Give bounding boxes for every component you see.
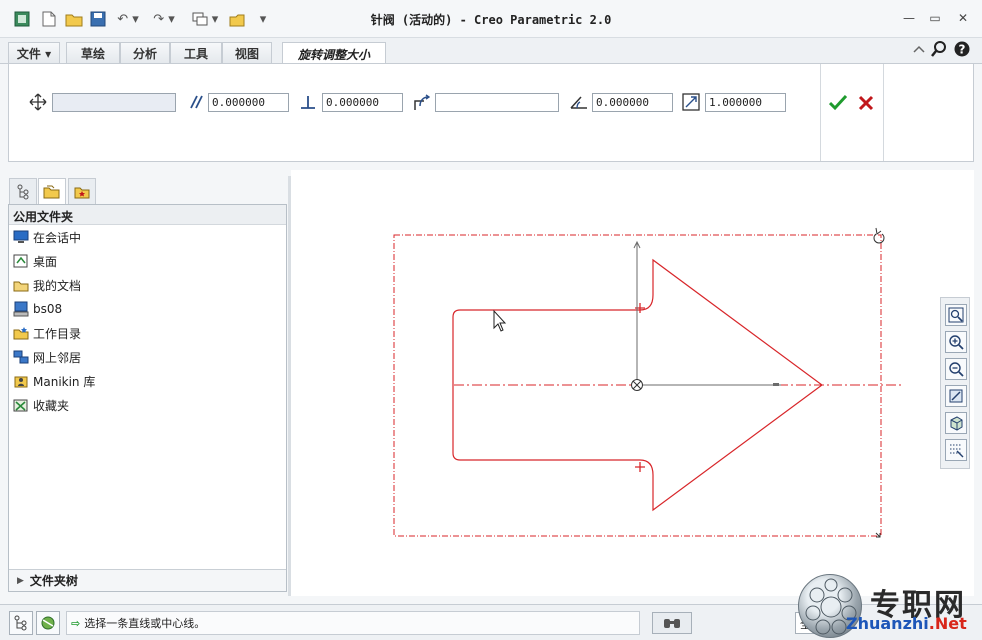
folder-item-my-documents[interactable]: 我的文档 bbox=[13, 275, 81, 295]
folder-item-desktop[interactable]: 桌面 bbox=[13, 251, 57, 271]
display-style-icon[interactable] bbox=[945, 412, 967, 434]
message-arrow-icon: ⇨ bbox=[71, 616, 81, 630]
close-button[interactable]: ✕ bbox=[952, 9, 974, 27]
folder-item-label: 网上邻居 bbox=[33, 350, 82, 365]
folder-item-label: 我的文档 bbox=[33, 278, 82, 293]
folder-item-label: 工作目录 bbox=[33, 326, 82, 341]
folder-item-label: bs08 bbox=[33, 302, 63, 316]
rotation-reference-field[interactable] bbox=[435, 93, 559, 112]
folder-item-in-session[interactable]: 在会话中 bbox=[13, 227, 81, 247]
status-message: 选择一条直线或中心线。 bbox=[84, 617, 206, 630]
scale-value-field[interactable]: 1.000000 bbox=[705, 93, 786, 112]
vertical-translation-icon bbox=[299, 92, 317, 112]
svg-text:?: ? bbox=[959, 43, 966, 57]
toggle-navigator-icon[interactable] bbox=[9, 611, 33, 635]
horizontal-translation-icon bbox=[187, 92, 205, 112]
folder-item-label: Manikin 库 bbox=[33, 374, 96, 389]
monitor-icon bbox=[13, 229, 29, 245]
horizontal-axis-arrow bbox=[773, 383, 779, 386]
folder-item-label: 桌面 bbox=[33, 254, 58, 269]
common-folders-header: 公用文件夹 bbox=[9, 205, 286, 225]
favorites-icon bbox=[13, 397, 29, 413]
minimize-button[interactable]: — bbox=[898, 9, 920, 27]
folder-tree-toggle[interactable]: ▶ 文件夹树 bbox=[9, 569, 286, 591]
search-icon[interactable] bbox=[930, 40, 948, 58]
zoom-out-icon[interactable] bbox=[945, 358, 967, 380]
folder-tree-label: 文件夹树 bbox=[29, 574, 78, 588]
tab-sketch[interactable]: 草绘 bbox=[66, 42, 120, 64]
tab-file[interactable]: 文件 ▾ bbox=[8, 42, 60, 64]
watermark-en-text: Zhuanzhi.Net bbox=[846, 614, 967, 633]
constraint-marker bbox=[635, 462, 645, 472]
angle-value-field[interactable]: 0.000000 bbox=[592, 93, 673, 112]
move-reference-field[interactable] bbox=[52, 93, 176, 112]
navigator-tabs bbox=[8, 176, 288, 204]
window-title: 针阀 (活动的) - Creo Parametric 2.0 bbox=[370, 13, 612, 27]
tab-tools[interactable]: 工具 bbox=[170, 42, 222, 64]
rotation-angle-icon bbox=[569, 92, 587, 112]
desktop-icon bbox=[13, 253, 29, 269]
watermark-en-suffix: .Net bbox=[928, 614, 967, 633]
tab-rotate-resize[interactable]: 旋转调整大小 bbox=[282, 42, 386, 65]
folder-item-label: 收藏夹 bbox=[33, 398, 70, 413]
work-directory-icon bbox=[13, 325, 29, 341]
cancel-button[interactable] bbox=[855, 92, 877, 114]
watermark-en-main: Zhuanzhi bbox=[846, 614, 929, 633]
rotate-resize-dashboard: 0.000000 0.000000 0.000000 1.000000 bbox=[8, 63, 974, 162]
view-toolbar bbox=[940, 297, 970, 469]
scale-icon bbox=[682, 92, 700, 112]
documents-folder-icon bbox=[13, 277, 29, 293]
folder-item-favorites[interactable]: 收藏夹 bbox=[13, 395, 69, 415]
network-icon bbox=[13, 349, 29, 365]
dashboard-separator bbox=[883, 64, 884, 161]
model-tree-tab[interactable] bbox=[9, 178, 37, 204]
tab-analysis[interactable]: 分析 bbox=[120, 42, 170, 64]
rotate-handle-arrow bbox=[875, 227, 882, 235]
folder-item-manikin-library[interactable]: Manikin 库 bbox=[13, 371, 95, 391]
folder-item-network[interactable]: 网上邻居 bbox=[13, 347, 81, 367]
vertical-value-field[interactable]: 0.000000 bbox=[322, 93, 403, 112]
message-area: ⇨ 选择一条直线或中心线。 bbox=[66, 611, 640, 635]
folder-browser-tab[interactable] bbox=[38, 178, 66, 204]
title-bar: ↶ ▾ ↷ ▾ ▾ ▾ 针阀 (活动的) - Creo Parametric 2… bbox=[0, 0, 982, 38]
ribbon-tabs: 文件 ▾ 草绘 分析 工具 视图 旋转调整大小 bbox=[0, 38, 982, 65]
folder-item-bs08[interactable]: bs08 bbox=[13, 299, 62, 319]
find-icon[interactable] bbox=[652, 612, 692, 634]
folder-item-label: 在会话中 bbox=[33, 230, 82, 245]
toggle-browser-icon[interactable] bbox=[36, 611, 60, 635]
graphics-window[interactable] bbox=[291, 170, 974, 596]
manikin-library-icon bbox=[13, 373, 29, 389]
horizontal-value-field[interactable]: 0.000000 bbox=[208, 93, 289, 112]
ok-button[interactable] bbox=[827, 92, 849, 114]
refit-icon[interactable] bbox=[945, 304, 967, 326]
zoom-in-icon[interactable] bbox=[945, 331, 967, 353]
help-icon[interactable]: ? bbox=[953, 40, 971, 58]
computer-icon bbox=[13, 301, 29, 317]
minimize-ribbon-icon[interactable] bbox=[910, 40, 928, 58]
favorites-tab[interactable] bbox=[68, 178, 96, 204]
sketch-view-icon[interactable] bbox=[945, 385, 967, 407]
folder-navigator: 公用文件夹 在会话中 桌面 我的文档 bs08 工作目录 网上邻居 Maniki… bbox=[8, 204, 287, 592]
restore-button[interactable]: ▭ bbox=[924, 9, 946, 27]
expand-arrow-icon: ▶ bbox=[17, 575, 24, 586]
sketch-canvas[interactable] bbox=[291, 170, 974, 596]
folder-item-working-directory[interactable]: 工作目录 bbox=[13, 323, 81, 343]
sketcher-display-filters-icon[interactable] bbox=[945, 439, 967, 461]
rotation-reference-icon bbox=[412, 92, 430, 112]
move-icon bbox=[29, 92, 47, 112]
tab-view[interactable]: 视图 bbox=[222, 42, 272, 64]
mouse-cursor bbox=[493, 309, 507, 332]
dashboard-separator bbox=[820, 64, 821, 161]
